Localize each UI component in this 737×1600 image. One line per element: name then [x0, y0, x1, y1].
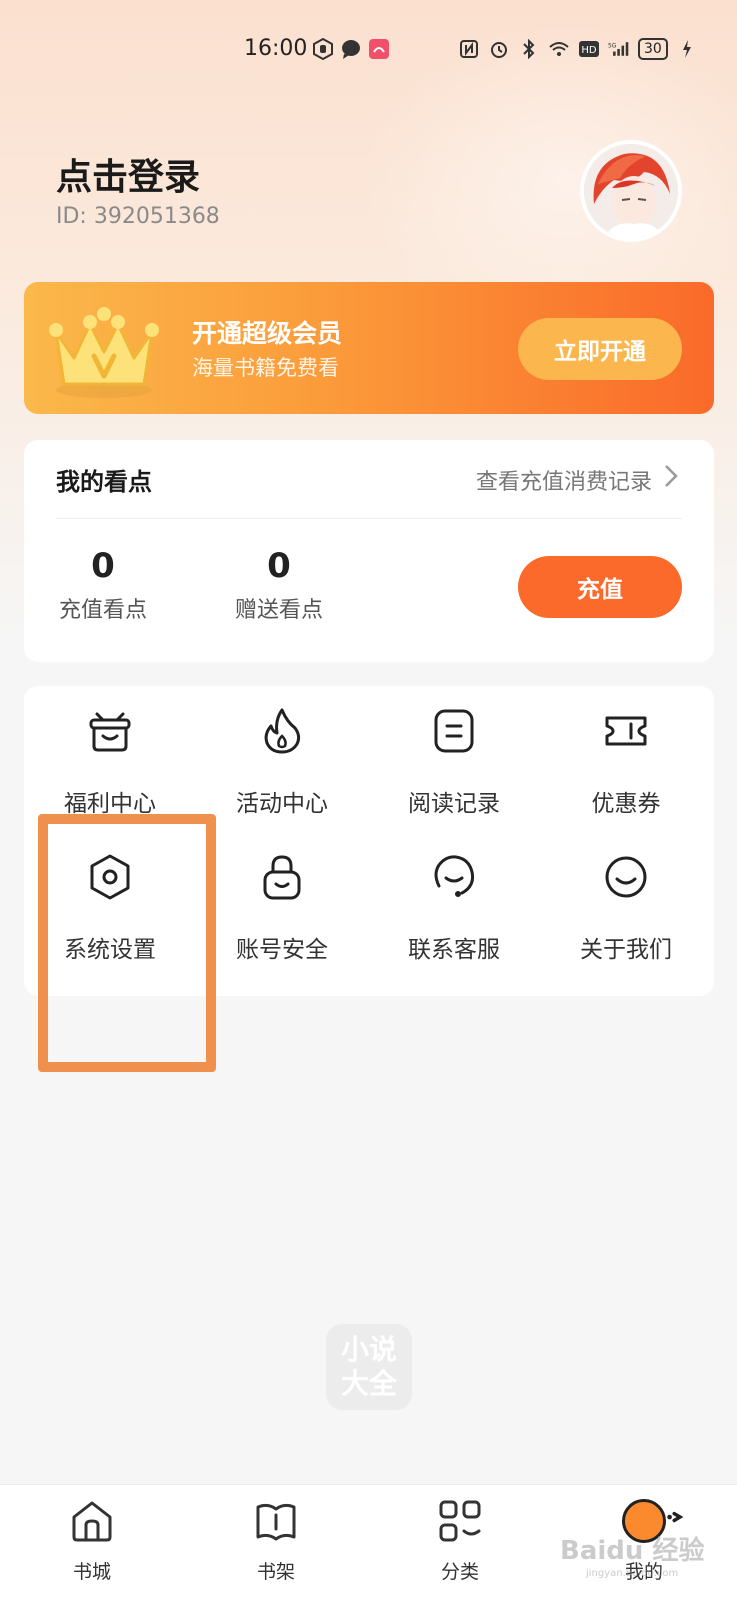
nav-item-bookstore[interactable]: 书城 [37, 1499, 147, 1595]
category-icon [439, 1500, 481, 1542]
coupon-icon [605, 716, 647, 746]
menu-item-welfare-center[interactable]: 福利中心 [24, 686, 196, 826]
baidu-watermark: Baidu 经验 [560, 1536, 705, 1566]
status-time: 16:00 [244, 36, 308, 61]
flame-icon [264, 708, 301, 754]
menu-item-reading-record[interactable]: 阅读记录 [368, 686, 540, 826]
app-notification-icon [368, 38, 390, 60]
baidu-watermark-url: jingyan.baidu.com [586, 1568, 679, 1579]
nav-label: 分类 [440, 1561, 479, 1583]
lock-icon [263, 855, 301, 900]
nfc-icon [458, 38, 480, 60]
status-bar: 16:00 HD 5G 30 [0, 30, 737, 70]
hd-icon: HD [578, 38, 600, 60]
status-notification-icons [312, 38, 390, 60]
battery-level: 30 [638, 38, 668, 60]
recharge-history-link[interactable]: 查看充值消费记录 [476, 464, 652, 496]
app-logo: 小说 大全 [326, 1324, 412, 1410]
menu-item-label: 优惠券 [591, 791, 661, 817]
crown-icon [49, 307, 159, 398]
divider [56, 518, 682, 519]
menu-item-label: 活动中心 [236, 791, 328, 817]
nav-label: 书城 [72, 1561, 111, 1583]
hand-icon [312, 38, 334, 60]
settings-icon [90, 854, 130, 900]
menu-item-label: 福利中心 [64, 791, 156, 817]
user-id: ID: 392051368 [56, 204, 220, 229]
charging-icon [676, 38, 698, 60]
login-prompt[interactable]: 点击登录 [56, 148, 200, 200]
nav-item-bookshelf[interactable]: 书架 [221, 1499, 331, 1595]
menu-item-coupons[interactable]: 优惠券 [540, 686, 712, 826]
svg-text:5G: 5G [608, 43, 617, 49]
menu-item-label: 联系客服 [408, 937, 500, 963]
menu-item-about-us[interactable]: 关于我们 [540, 832, 712, 972]
vip-title: 开通超级会员 [192, 319, 343, 348]
wifi-icon [548, 38, 570, 60]
recharged-points-label: 充值看点 [58, 598, 147, 623]
app-logo-line2: 大全 [340, 1367, 397, 1400]
reading-record-icon [434, 709, 474, 753]
gifted-points-label: 赠送看点 [234, 598, 323, 623]
menu-item-customer-service[interactable]: 联系客服 [368, 832, 540, 972]
smiley-icon [605, 856, 647, 898]
menu-item-activity-center[interactable]: 活动中心 [196, 686, 368, 826]
nav-label: 书架 [256, 1561, 295, 1583]
menu-grid: 福利中心 活动中心 阅读记录 优惠券 系统设置 账号安全 联系客服 关于我们 [24, 686, 714, 996]
svg-text:HD: HD [581, 45, 597, 56]
gifted-points-value: 0 [267, 546, 291, 586]
points-card: 我的看点 查看充值消费记录 0 充值看点 0 赠送看点 充值 [24, 440, 714, 662]
menu-item-label: 阅读记录 [408, 791, 500, 817]
recharged-points-value: 0 [91, 546, 115, 586]
avatar-illustration [584, 144, 678, 238]
vip-banner[interactable]: 开通超级会员 海量书籍免费看 立即开通 [24, 282, 714, 414]
menu-item-label: 系统设置 [64, 937, 156, 963]
open-vip-button[interactable]: 立即开通 [518, 318, 682, 380]
menu-item-account-security[interactable]: 账号安全 [196, 832, 368, 972]
recharged-points-stat[interactable]: 0 充值看点 [48, 546, 158, 624]
message-icon [340, 38, 362, 60]
chevron-right-icon[interactable] [662, 462, 680, 490]
menu-item-label: 账号安全 [236, 937, 328, 963]
status-system-icons: HD 5G 30 [458, 38, 698, 60]
nav-item-category[interactable]: 分类 [405, 1499, 515, 1595]
avatar[interactable] [580, 140, 682, 242]
menu-item-system-settings[interactable]: 系统设置 [24, 832, 196, 972]
bluetooth-icon [518, 38, 540, 60]
bookshelf-icon [256, 1503, 296, 1541]
gift-box-icon [89, 712, 131, 752]
recharge-button[interactable]: 充值 [518, 556, 682, 618]
signal-icon: 5G [608, 38, 630, 60]
gifted-points-stat[interactable]: 0 赠送看点 [224, 546, 334, 624]
home-icon [72, 1501, 112, 1542]
menu-item-label: 关于我们 [580, 937, 672, 963]
app-logo-line1: 小说 [340, 1333, 397, 1366]
alarm-icon [488, 38, 510, 60]
customer-service-icon [434, 855, 474, 897]
vip-subtitle: 海量书籍免费看 [192, 356, 339, 380]
points-title: 我的看点 [56, 468, 152, 496]
